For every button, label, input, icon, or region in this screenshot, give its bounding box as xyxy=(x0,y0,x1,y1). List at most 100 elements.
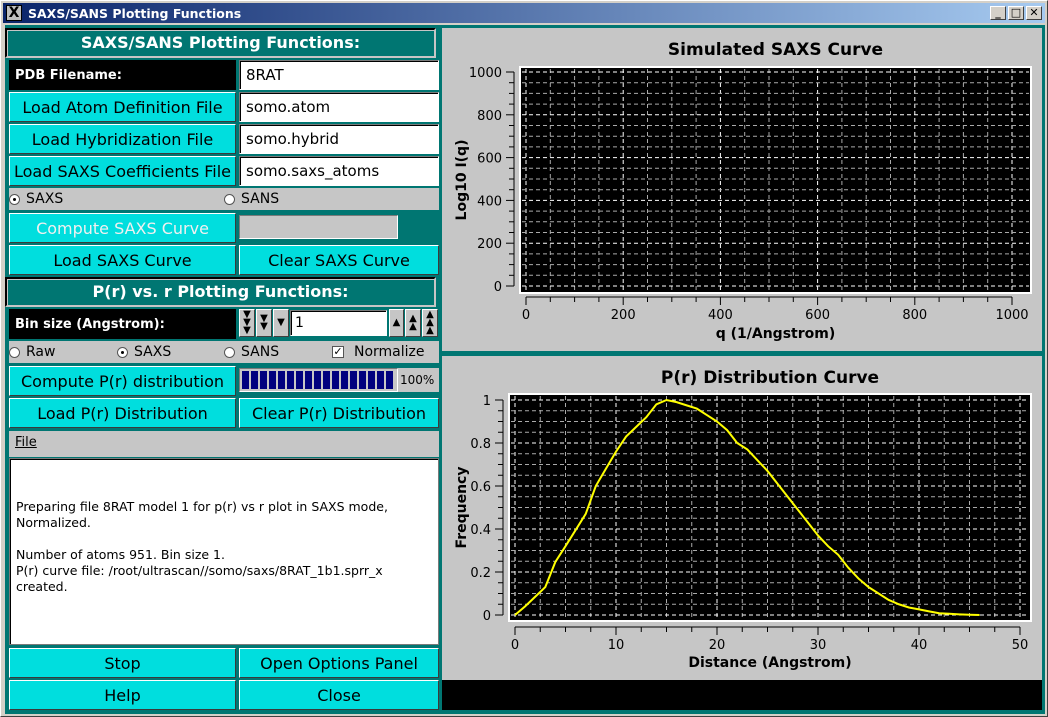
hybridization-field[interactable]: somo.hybrid xyxy=(239,124,439,154)
y-tick-label: 0 xyxy=(483,609,491,624)
radio-sans[interactable]: SANS xyxy=(224,191,279,207)
y-tick-label: 600 xyxy=(477,152,502,167)
bin-decrease-button[interactable]: ▼ xyxy=(273,309,289,337)
x-tick-label: 50 xyxy=(1012,638,1029,653)
y-tick-label: 0 xyxy=(494,280,502,295)
triple-down-arrow-icon: ▼ ▼ ▼ xyxy=(243,309,251,336)
log-line: P(r) curve file: /root/ultrascan//somo/s… xyxy=(16,563,383,594)
normalize-label: Normalize xyxy=(354,344,425,360)
x-tick-label: 30 xyxy=(810,638,827,653)
minimize-button[interactable]: _ xyxy=(990,6,1006,20)
maximize-button[interactable]: □ xyxy=(1008,6,1024,20)
radio-unchecked-icon xyxy=(224,346,235,358)
close-window-button[interactable]: ✕ xyxy=(1026,6,1042,20)
stop-button[interactable]: Stop xyxy=(9,648,236,678)
window-title: SAXS/SANS Plotting Functions xyxy=(28,5,242,21)
y-tick-label: 1 xyxy=(483,394,491,409)
menu-bar: File xyxy=(9,431,439,457)
log-line xyxy=(16,531,438,547)
triple-up-arrow-icon: ▲ ▲ ▲ xyxy=(426,309,434,336)
log-line: Normalized. xyxy=(16,515,91,530)
down-arrow-icon: ▼ xyxy=(277,317,285,328)
normalize-checkbox[interactable]: ✓ Normalize xyxy=(332,344,425,360)
radio-saxs-label: SAXS xyxy=(26,191,64,207)
close-icon: ✕ xyxy=(1029,6,1039,19)
plot-splitter[interactable] xyxy=(442,351,1042,356)
saxs-sans-header: SAXS/SANS Plotting Functions: xyxy=(5,28,436,58)
x-tick-label: 20 xyxy=(709,638,726,653)
load-saxs-curve-button[interactable]: Load SAXS Curve xyxy=(9,245,236,275)
radio-pr-sans-label: SANS xyxy=(241,344,280,360)
load-pr-button[interactable]: Load P(r) Distribution xyxy=(9,398,236,428)
x-tick-label: 0 xyxy=(522,308,530,323)
pdb-filename-label: PDB Filename: xyxy=(9,60,236,90)
load-saxs-coefficients-button[interactable]: Load SAXS Coefficients File xyxy=(9,156,236,186)
radio-sans-label: SANS xyxy=(241,191,280,207)
x-tick-label: 1000 xyxy=(995,308,1028,323)
title-bar[interactable]: X SAXS/SANS Plotting Functions _ □ ✕ xyxy=(3,3,1045,23)
up-arrow-icon: ▲ xyxy=(392,317,401,328)
bin-decrease-large-button[interactable]: ▼ ▼ ▼ xyxy=(239,309,255,337)
compute-saxs-curve-button[interactable]: Compute SAXS Curve xyxy=(9,213,236,243)
menu-file[interactable]: File xyxy=(15,435,37,450)
x-tick-label: 10 xyxy=(608,638,625,653)
open-options-panel-button[interactable]: Open Options Panel xyxy=(239,648,439,678)
bin-size-label: Bin size (Angstrom): xyxy=(9,309,236,339)
x-tick-label: 200 xyxy=(611,308,636,323)
minimize-icon: _ xyxy=(995,6,1001,19)
maximize-icon: □ xyxy=(1010,6,1022,19)
bin-decrease-medium-button[interactable]: ▼ ▼ xyxy=(256,309,272,337)
double-up-arrow-icon: ▲ ▲ xyxy=(409,313,417,332)
radio-pr-sans[interactable]: SANS xyxy=(224,344,279,360)
radio-raw-label: Raw xyxy=(26,344,56,360)
radio-pr-saxs[interactable]: SAXS xyxy=(117,344,171,360)
y-tick-label: 800 xyxy=(477,109,502,124)
pr-progress-fill xyxy=(242,371,395,389)
pr-plotting-header: P(r) vs. r Plotting Functions: xyxy=(5,277,436,307)
double-down-arrow-icon: ▼ ▼ xyxy=(260,313,268,332)
x-axis-label: q (1/Angstrom) xyxy=(716,326,836,342)
radio-unchecked-icon xyxy=(224,193,235,205)
pr-progress-bar xyxy=(239,368,398,392)
x-tick-label: 600 xyxy=(805,308,830,323)
pr-chart: P(r) Distribution Curve 0 10 20 30 40 50 0 0.2 0.… xyxy=(454,368,1032,671)
x-axis-label: Distance (Angstrom) xyxy=(688,655,851,671)
clear-saxs-curve-button[interactable]: Clear SAXS Curve xyxy=(239,245,439,275)
chart-title: P(r) Distribution Curve xyxy=(661,368,879,388)
y-axis-label: Frequency xyxy=(454,467,470,549)
compute-pr-button[interactable]: Compute P(r) distribution xyxy=(9,366,236,396)
radio-checked-icon xyxy=(117,346,128,358)
y-tick-label: 1000 xyxy=(469,66,502,81)
load-hybridization-button[interactable]: Load Hybridization File xyxy=(9,124,236,154)
y-tick-label: 0.4 xyxy=(470,523,491,538)
log-line: Preparing file 8RAT model 1 for p(r) vs … xyxy=(16,499,388,514)
radio-saxs[interactable]: SAXS xyxy=(9,191,63,207)
radio-unchecked-icon xyxy=(9,346,20,358)
radio-checked-icon xyxy=(9,193,20,205)
pr-progress-text: 100% xyxy=(400,373,435,387)
pdb-filename-field[interactable]: 8RAT xyxy=(239,60,439,90)
bin-increase-large-button[interactable]: ▲ ▲ ▲ xyxy=(422,309,438,337)
radio-pr-saxs-label: SAXS xyxy=(134,344,172,360)
y-tick-label: 400 xyxy=(477,194,502,209)
atom-definition-field[interactable]: somo.atom xyxy=(239,92,439,122)
y-tick-label: 0.6 xyxy=(470,480,491,495)
bin-increase-button[interactable]: ▲ xyxy=(389,309,404,337)
help-button[interactable]: Help xyxy=(9,680,236,710)
saxs-chart: Simulated SAXS Curve 0 200 400 600 800 1000 0 20… xyxy=(454,40,1032,342)
bin-size-field[interactable]: 1 xyxy=(290,310,387,336)
radio-raw[interactable]: Raw xyxy=(9,344,55,360)
message-log[interactable]: Preparing file 8RAT model 1 for p(r) vs … xyxy=(9,458,439,645)
clear-pr-button[interactable]: Clear P(r) Distribution xyxy=(239,398,439,428)
bin-increase-medium-button[interactable]: ▲ ▲ xyxy=(405,309,421,337)
saxs-coefficients-field[interactable]: somo.saxs_atoms xyxy=(239,156,439,186)
x-app-icon: X xyxy=(6,5,22,21)
y-tick-label: 200 xyxy=(477,237,502,252)
app-window: X SAXS/SANS Plotting Functions _ □ ✕ SAX… xyxy=(0,0,1048,717)
checkmark-icon: ✓ xyxy=(332,345,344,358)
y-tick-label: 0.8 xyxy=(470,437,491,452)
x-tick-label: 40 xyxy=(911,638,928,653)
load-atom-definition-button[interactable]: Load Atom Definition File xyxy=(9,92,236,122)
close-button[interactable]: Close xyxy=(239,680,439,710)
status-bar xyxy=(442,680,1042,710)
